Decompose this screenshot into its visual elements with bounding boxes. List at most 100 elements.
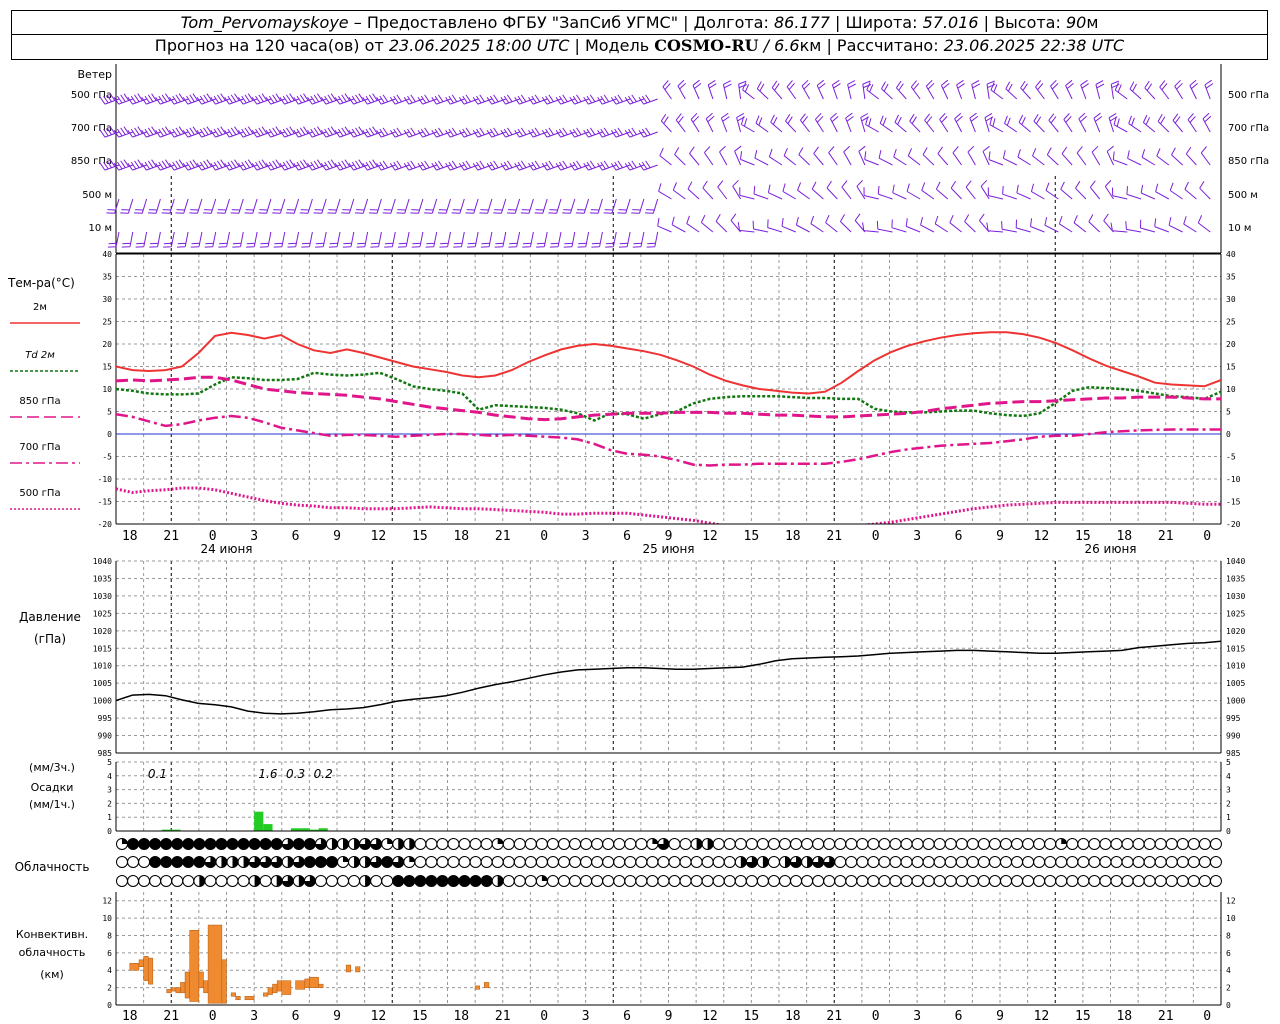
convective-bar (166, 989, 172, 994)
wind-barb (825, 214, 838, 233)
cloud-circle (425, 838, 438, 850)
cloud-circle (955, 875, 968, 887)
x-tick-label: 12 (1034, 529, 1050, 544)
cloud-circle (1176, 856, 1189, 868)
wind-barb (348, 126, 368, 138)
wind-barb (967, 145, 976, 166)
cloud-circle (712, 875, 725, 887)
x-tick-label: 3 (582, 529, 590, 544)
cloud-fill-part (762, 856, 769, 868)
y-tick-label-right: 10 (1226, 385, 1236, 394)
cloud-circle (646, 856, 659, 868)
x-tick-label: 3 (913, 529, 921, 544)
date-label: 26 июня (1084, 542, 1136, 556)
convective-bar (147, 957, 154, 985)
date-label: 24 июня (200, 542, 252, 556)
wind-barb (307, 126, 327, 138)
wind-barb (1033, 114, 1045, 133)
wind-barb (1075, 180, 1087, 200)
cloud-circle (1165, 838, 1178, 850)
cloud-circle (171, 875, 184, 887)
wind-barb (705, 112, 715, 133)
wind-barb (767, 219, 783, 233)
cloud-fill-part (398, 838, 404, 850)
cloud-fill-part (1061, 838, 1067, 844)
wind-barb (1169, 182, 1183, 200)
cloud-circle (1044, 875, 1057, 887)
wind-barb (1030, 218, 1045, 233)
wind-level-label: 10 м (89, 223, 112, 234)
cloud-circle (1121, 838, 1134, 850)
cloud-fill-part (232, 856, 238, 868)
cloud-circle (1066, 875, 1079, 887)
wind-barb (734, 145, 742, 166)
cloud-circle (1066, 838, 1079, 850)
y-tick-label-right: 25 (1226, 318, 1236, 327)
wind-barb (1110, 222, 1128, 233)
x-tick-label-bottom: 18 (122, 1009, 138, 1024)
wind-barb (425, 231, 438, 248)
wind-barb (424, 198, 438, 214)
cloud-circle (1110, 856, 1123, 868)
wind-barb (740, 116, 755, 133)
cloud-circle (591, 838, 604, 850)
cloud-circle (944, 875, 957, 887)
x-tick-label: 18 (122, 529, 138, 544)
wind-barb (1017, 149, 1031, 166)
wind-barb (522, 231, 534, 248)
cloud-fill-full (304, 856, 316, 868)
cloud-circle (988, 838, 1001, 850)
cloud-fill-full (149, 856, 161, 868)
meteogram: Ветер 500 гПа 500 гПа 700 гПа 700 гПа 850 гПа… (7, 64, 1269, 1024)
wind-barb (1171, 147, 1183, 166)
wind-barb (133, 198, 148, 214)
convective-bar (276, 980, 283, 992)
y-tick-label-left: 1030 (93, 592, 112, 601)
wind-barb (147, 198, 161, 214)
wind-barb (141, 126, 161, 138)
y-tick-label-left: 40 (102, 250, 112, 259)
wind-barb (847, 80, 856, 100)
wind-barb (878, 150, 893, 166)
wind-barb (362, 93, 382, 105)
cloud-fill-full (171, 856, 183, 868)
cloud-circle (723, 875, 736, 887)
wind-barb (813, 146, 824, 166)
cloud-fill-part (365, 875, 371, 887)
date-label: 25 июня (642, 542, 694, 556)
wind-barb (494, 231, 507, 248)
precip-axis-label-1h: (мм/1ч.) (29, 798, 75, 811)
wind-barb (658, 183, 672, 200)
wind-barb (894, 114, 907, 133)
cloud-fill-part (807, 856, 813, 868)
cloud-fill-part (497, 838, 504, 844)
cloud-circle (513, 875, 526, 887)
cloud-circle (569, 838, 582, 850)
precip-3h-total: 0.2 (314, 767, 333, 781)
wind-barb (770, 114, 783, 133)
cloud-circle (1110, 838, 1123, 850)
cloud-circle (790, 838, 803, 850)
wind-barb (782, 183, 797, 200)
x-tick-label: 18 (785, 529, 801, 544)
wind-barb (801, 79, 811, 100)
cloud-circle (801, 838, 814, 850)
cloud-circle (745, 875, 758, 887)
wind-barb (736, 112, 745, 133)
wind-barb (752, 220, 769, 233)
cloud-circle (337, 875, 349, 887)
wind-barb (396, 198, 410, 214)
wind-barb (334, 159, 354, 171)
wind-barb (1108, 112, 1118, 133)
wind-barb (841, 180, 852, 200)
cloud-circle (823, 838, 836, 850)
wind-barb (354, 198, 369, 214)
cloud-fill-part (696, 838, 703, 850)
cloud-circle (878, 856, 891, 868)
wind-barb (755, 115, 769, 133)
cloud-circle (1154, 875, 1167, 887)
cloud-circle (491, 856, 504, 868)
y-tick-label-right: 990 (1226, 732, 1241, 741)
wind-barb (1089, 180, 1101, 200)
cloud-circle (867, 856, 880, 868)
